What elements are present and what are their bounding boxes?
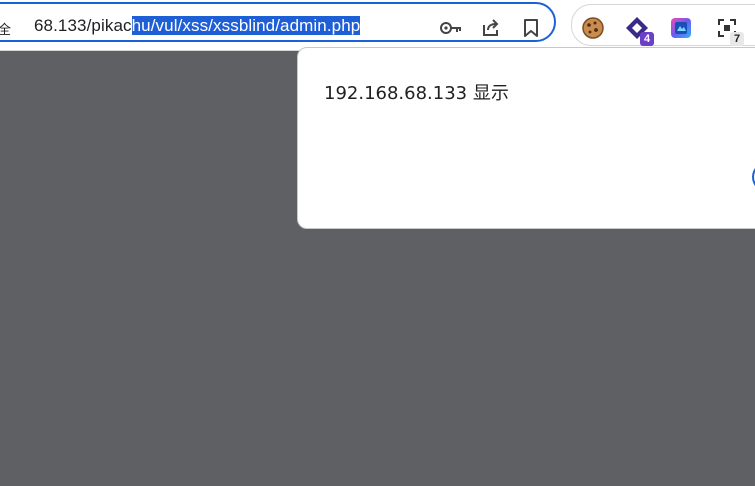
qr-scan-extension-icon[interactable]: 7 [714,15,744,46]
url-selected-text: hu/vul/xss/xssblind/admin.php [131,16,361,35]
colorful-square-extension-icon[interactable] [668,15,694,41]
url-prefix: 68.133/pikac [34,16,132,35]
browser-toolbar: 不安全 68.133/pikachu/vul/xss/xssblind/admi… [0,0,755,51]
purple-diamond-extension-icon[interactable]: 4 [624,15,654,46]
dialog-title: 192.168.68.133 显示 [324,83,509,104]
extension-badge-4: 4 [640,32,654,46]
bookmark-icon[interactable] [520,17,542,39]
security-indicator[interactable]: 不安全 [0,19,11,38]
extensions-area: 4 7 [571,4,755,46]
password-key-icon[interactable] [440,17,462,39]
share-icon[interactable] [480,17,502,39]
address-bar[interactable]: 不安全 68.133/pikachu/vul/xss/xssblind/admi… [0,2,556,42]
url-text[interactable]: 68.133/pikachu/vul/xss/xssblind/admin.ph… [34,16,361,36]
extension-badge-7: 7 [730,32,744,46]
alert-dialog: 192.168.68.133 显示 [297,47,755,229]
cookie-extension-icon[interactable] [580,15,606,41]
